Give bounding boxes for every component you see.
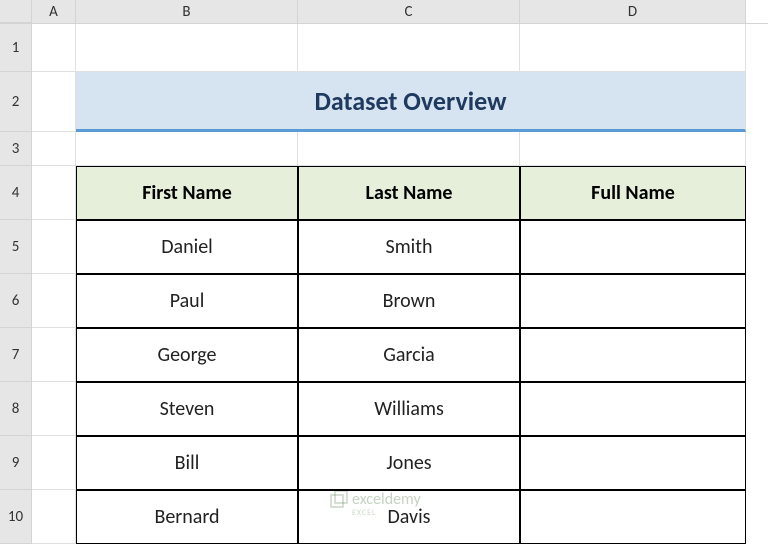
column-headers: A B C D xyxy=(0,0,768,24)
col-header-b[interactable]: B xyxy=(76,0,298,23)
row-header-5[interactable]: 5 xyxy=(0,220,32,274)
cell-a9[interactable] xyxy=(32,436,76,490)
cell-last-3[interactable]: Williams xyxy=(298,382,520,436)
col-header-c[interactable]: C xyxy=(298,0,520,23)
cell-d3[interactable] xyxy=(520,132,746,166)
col-header-a[interactable]: A xyxy=(32,0,76,23)
cell-first-5[interactable]: Bernard xyxy=(76,490,298,544)
row-header-7[interactable]: 7 xyxy=(0,328,32,382)
cell-full-2[interactable] xyxy=(520,328,746,382)
cell-last-5[interactable]: Davis xyxy=(298,490,520,544)
cell-a3[interactable] xyxy=(32,132,76,166)
cell-a8[interactable] xyxy=(32,382,76,436)
cell-full-4[interactable] xyxy=(520,436,746,490)
cell-c3[interactable] xyxy=(298,132,520,166)
row-header-3[interactable]: 3 xyxy=(0,132,32,166)
row-header-2[interactable]: 2 xyxy=(0,72,32,132)
cell-d1[interactable] xyxy=(520,24,746,72)
title-cell[interactable]: Dataset Overview xyxy=(76,72,746,132)
col-header-d[interactable]: D xyxy=(520,0,746,23)
cell-a2[interactable] xyxy=(32,72,76,132)
cell-last-0[interactable]: Smith xyxy=(298,220,520,274)
spreadsheet: A B C D 1 2 Dataset Overview 3 4 First N… xyxy=(0,0,768,549)
cell-full-5[interactable] xyxy=(520,490,746,544)
cell-last-1[interactable]: Brown xyxy=(298,274,520,328)
cell-first-1[interactable]: Paul xyxy=(76,274,298,328)
cell-full-0[interactable] xyxy=(520,220,746,274)
cell-c1[interactable] xyxy=(298,24,520,72)
row-header-4[interactable]: 4 xyxy=(0,166,32,220)
cell-first-4[interactable]: Bill xyxy=(76,436,298,490)
cell-a5[interactable] xyxy=(32,220,76,274)
header-last-name[interactable]: Last Name xyxy=(298,166,520,220)
cell-first-2[interactable]: George xyxy=(76,328,298,382)
cell-b3[interactable] xyxy=(76,132,298,166)
select-all-corner[interactable] xyxy=(0,0,32,23)
cell-first-3[interactable]: Steven xyxy=(76,382,298,436)
cell-full-3[interactable] xyxy=(520,382,746,436)
cell-b1[interactable] xyxy=(76,24,298,72)
header-first-name[interactable]: First Name xyxy=(76,166,298,220)
cell-a10[interactable] xyxy=(32,490,76,544)
row-header-8[interactable]: 8 xyxy=(0,382,32,436)
row-header-1[interactable]: 1 xyxy=(0,24,32,72)
cell-a6[interactable] xyxy=(32,274,76,328)
cell-last-2[interactable]: Garcia xyxy=(298,328,520,382)
header-full-name[interactable]: Full Name xyxy=(520,166,746,220)
cell-last-4[interactable]: Jones xyxy=(298,436,520,490)
row-header-9[interactable]: 9 xyxy=(0,436,32,490)
cell-full-1[interactable] xyxy=(520,274,746,328)
row-header-10[interactable]: 10 xyxy=(0,490,32,544)
cell-a7[interactable] xyxy=(32,328,76,382)
row-header-6[interactable]: 6 xyxy=(0,274,32,328)
cell-a4[interactable] xyxy=(32,166,76,220)
cell-a1[interactable] xyxy=(32,24,76,72)
cell-first-0[interactable]: Daniel xyxy=(76,220,298,274)
